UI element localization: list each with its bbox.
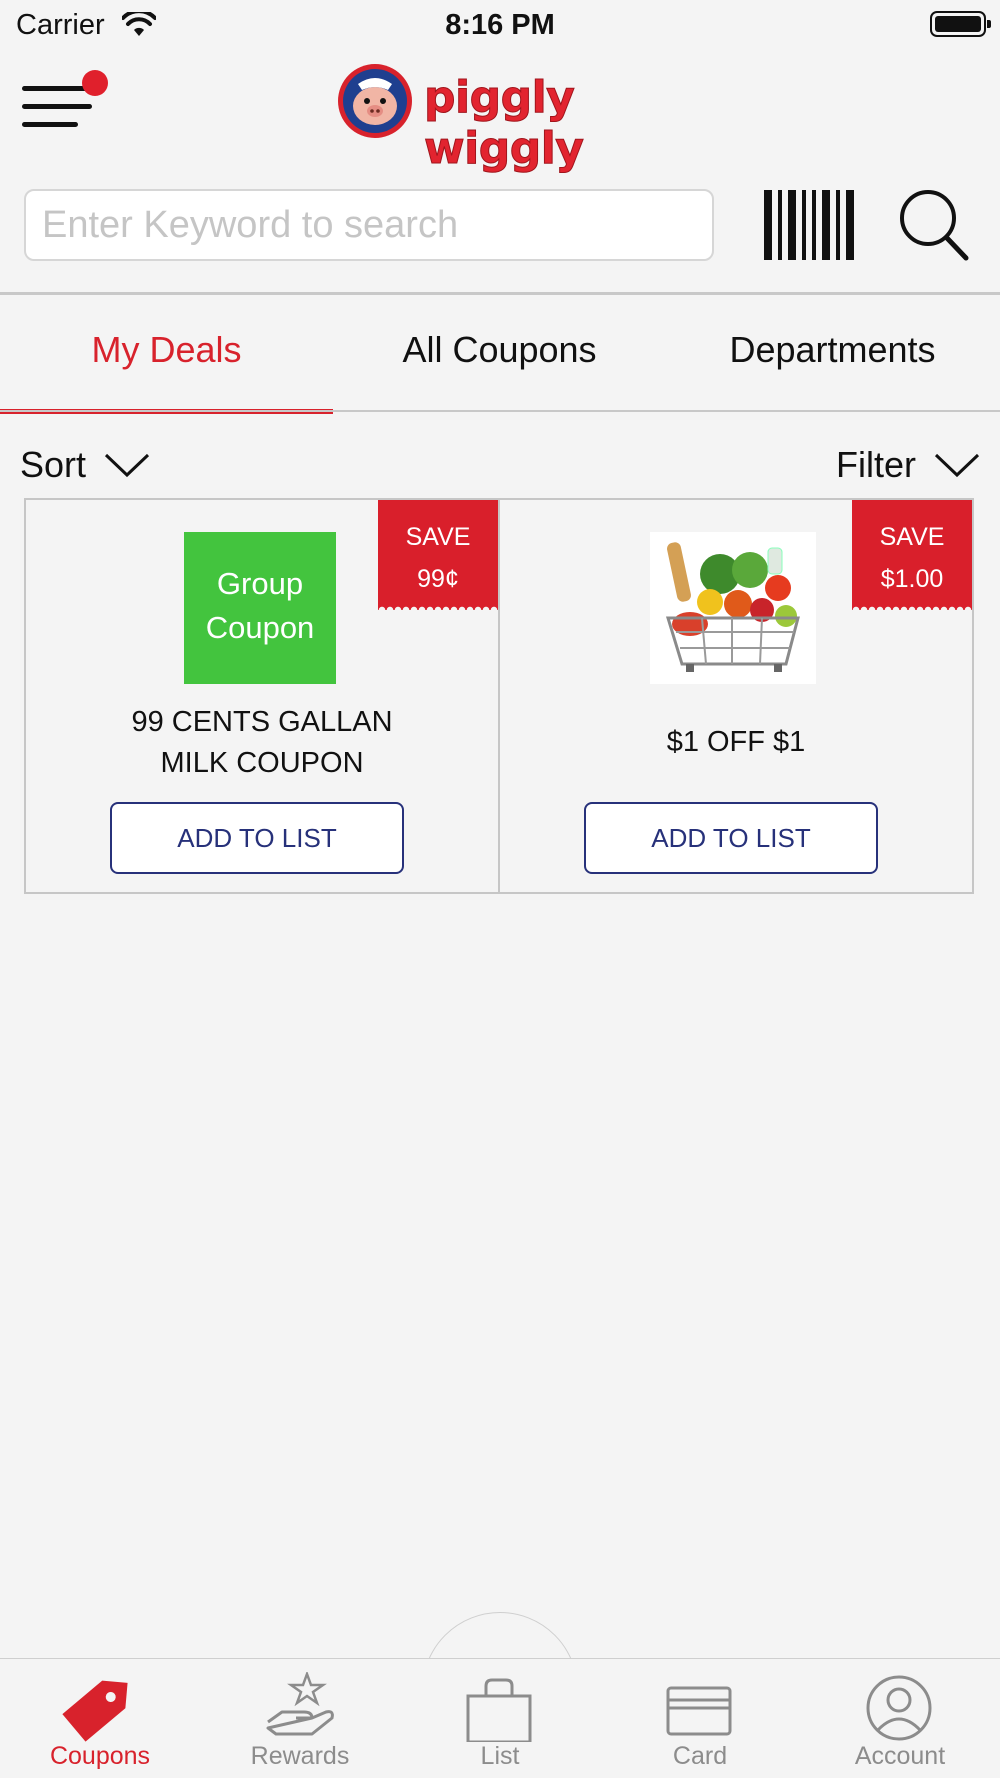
- barcode-scan-button[interactable]: [762, 190, 858, 260]
- battery-icon: [930, 11, 991, 37]
- nav-account-label: Account: [854, 1742, 946, 1770]
- status-bar: Carrier 8:16 PM: [0, 0, 1000, 50]
- card-icon: [666, 1686, 732, 1736]
- menu-line: [22, 104, 92, 109]
- piggly-wiggly-logo: piggly wiggly: [336, 60, 666, 175]
- save-label: SAVE: [879, 523, 945, 551]
- tag-icon: [62, 1680, 128, 1742]
- add-to-list-button[interactable]: ADD TO LIST: [584, 802, 878, 874]
- filter-label: Filter: [836, 444, 916, 485]
- nav-coupons-label: Coupons: [49, 1742, 151, 1770]
- menu-line: [22, 122, 78, 127]
- save-label: SAVE: [405, 523, 471, 551]
- nav-card-label: Card: [672, 1742, 728, 1770]
- search-input[interactable]: [24, 189, 714, 261]
- nav-rewards-label: Rewards: [250, 1742, 350, 1770]
- coupon-grid: SAVE 99¢ Group Coupon 99 CENTS GALLAN MI…: [24, 498, 976, 894]
- tab-my-deals[interactable]: My Deals: [0, 295, 333, 413]
- status-time: 8:16 PM: [445, 9, 555, 41]
- coupon-title-line2: MILK COUPON: [160, 747, 364, 779]
- deal-tabs: My Deals All Coupons Departments: [0, 295, 1000, 414]
- nav-account[interactable]: Account: [800, 1664, 1000, 1778]
- save-badge: SAVE 99¢: [378, 500, 498, 610]
- group-coupon-image: Group Coupon: [184, 532, 336, 684]
- tab-all-coupons[interactable]: All Coupons: [333, 295, 666, 413]
- search-button[interactable]: [898, 186, 970, 264]
- tab-departments[interactable]: Departments: [666, 295, 999, 413]
- account-icon: [866, 1675, 932, 1741]
- nav-list-label: List: [480, 1742, 520, 1770]
- nav-coupons[interactable]: Coupons: [0, 1664, 200, 1778]
- sort-label: Sort: [20, 444, 87, 485]
- notification-dot: [82, 70, 108, 96]
- produce-basket-image: [650, 532, 816, 684]
- logo-wordmark: piggly wiggly: [424, 72, 585, 175]
- coupon-title: 99 CENTS GALLAN MILK COUPON: [26, 702, 498, 784]
- sort-button[interactable]: Sort: [20, 440, 150, 490]
- bag-icon: [466, 1678, 532, 1742]
- barcode-icon: [764, 190, 854, 260]
- nav-list[interactable]: List: [400, 1664, 600, 1778]
- group-coupon-text-line2: Coupon: [205, 610, 315, 645]
- coupon-card[interactable]: SAVE 99¢ Group Coupon 99 CENTS GALLAN MI…: [24, 498, 500, 894]
- coupon-title: $1 OFF $1: [666, 726, 806, 758]
- chevron-down-icon: [934, 453, 980, 478]
- tabs-divider: [0, 410, 1000, 412]
- coupon-title-line1: 99 CENTS GALLAN: [131, 706, 393, 738]
- filter-button[interactable]: Filter: [836, 440, 980, 490]
- coupon-card[interactable]: SAVE $1.00 $1 OFF $1 ADD TO LIST: [498, 498, 974, 894]
- save-amount: 99¢: [417, 565, 459, 593]
- pig-mascot-icon: [338, 64, 412, 138]
- save-amount: $1.00: [880, 565, 944, 593]
- produce-basket-icon: [650, 532, 816, 684]
- nav-card[interactable]: Card: [600, 1664, 800, 1778]
- nav-rewards[interactable]: Rewards: [200, 1664, 400, 1778]
- save-badge: SAVE $1.00: [852, 500, 972, 610]
- chevron-down-icon: [104, 453, 150, 478]
- group-coupon-text-line1: Group: [216, 566, 304, 601]
- rewards-hand-star-icon: [266, 1672, 334, 1736]
- add-to-list-button[interactable]: ADD TO LIST: [110, 802, 404, 874]
- search-icon: [900, 190, 969, 261]
- menu-button[interactable]: [22, 70, 110, 130]
